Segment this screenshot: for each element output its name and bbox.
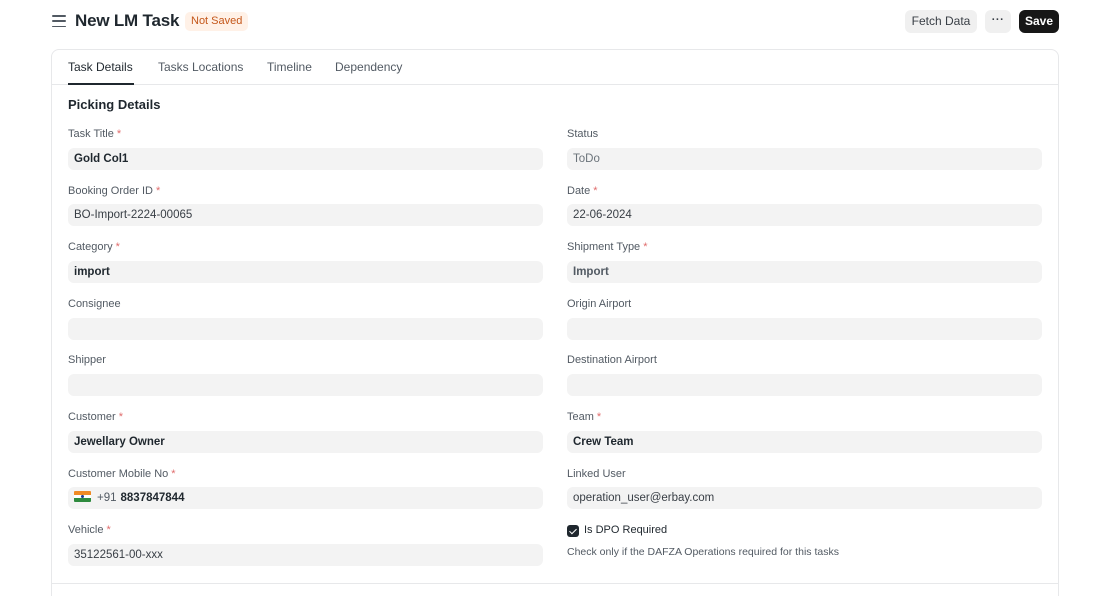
is-dpo-required-label[interactable]: Is DPO Required: [584, 524, 667, 536]
booking-order-id-label: Booking Order ID *: [68, 185, 161, 197]
tab-timeline[interactable]: Timeline: [267, 60, 312, 74]
customer-label: Customer *: [68, 411, 123, 423]
destination-airport-label: Destination Airport: [567, 354, 657, 366]
team-label: Team *: [567, 411, 602, 423]
mobile-number-value: 8837847844: [120, 492, 185, 504]
form-card: Task Details Tasks Locations Timeline De…: [51, 49, 1059, 596]
tab-bar: Task Details Tasks Locations Timeline De…: [52, 50, 1058, 85]
vehicle-label: Vehicle *: [68, 524, 111, 536]
shipper-input[interactable]: [68, 374, 543, 396]
active-tab-indicator: [68, 83, 134, 85]
linked-user-input[interactable]: operation_user@erbay.com: [567, 487, 1042, 509]
country-code: +91: [97, 492, 117, 504]
is-dpo-required-checkbox[interactable]: [567, 525, 579, 537]
customer-input[interactable]: Jewellary Owner: [68, 431, 543, 453]
section-title: Picking Details: [68, 97, 161, 112]
category-label: Category *: [68, 241, 120, 253]
shipper-label: Shipper: [68, 354, 106, 366]
sidebar-toggle-icon[interactable]: [52, 14, 66, 28]
booking-order-id-input[interactable]: BO-Import-2224-00065: [68, 204, 543, 226]
status-label: Status: [567, 128, 599, 140]
status-badge: Not Saved: [185, 12, 249, 31]
customer-mobile-input[interactable]: +91 8837847844: [68, 487, 543, 509]
destination-airport-input[interactable]: [567, 374, 1042, 396]
shipment-type-select[interactable]: Import: [567, 261, 1042, 283]
origin-airport-input[interactable]: [567, 318, 1042, 340]
tab-task-details[interactable]: Task Details: [68, 60, 133, 74]
section-divider: [52, 583, 1058, 584]
task-title-input[interactable]: Gold Col1: [68, 148, 543, 170]
tab-dependency[interactable]: Dependency: [335, 60, 402, 74]
team-input[interactable]: Crew Team: [567, 431, 1042, 453]
task-title-label: Task Title *: [68, 128, 122, 140]
date-label: Date *: [567, 185, 598, 197]
india-flag-icon[interactable]: [74, 491, 91, 502]
category-select[interactable]: import: [68, 261, 543, 283]
more-actions-button[interactable]: ···: [985, 10, 1011, 33]
customer-mobile-label: Customer Mobile No *: [68, 468, 176, 480]
fetch-data-button[interactable]: Fetch Data: [905, 10, 977, 33]
is-dpo-required-help: Check only if the DAFZA Operations requi…: [567, 546, 839, 558]
save-button[interactable]: Save: [1019, 10, 1059, 33]
linked-user-label: Linked User: [567, 468, 626, 480]
consignee-label: Consignee: [68, 298, 121, 310]
page-title: New LM Task: [75, 11, 180, 30]
consignee-input[interactable]: [68, 318, 543, 340]
vehicle-input[interactable]: 35122561-00-xxx: [68, 544, 543, 566]
shipment-type-label: Shipment Type *: [567, 241, 648, 253]
tab-tasks-locations[interactable]: Tasks Locations: [158, 60, 243, 74]
status-field: ToDo: [567, 148, 1042, 170]
origin-airport-label: Origin Airport: [567, 298, 632, 310]
date-input[interactable]: 22-06-2024: [567, 204, 1042, 226]
